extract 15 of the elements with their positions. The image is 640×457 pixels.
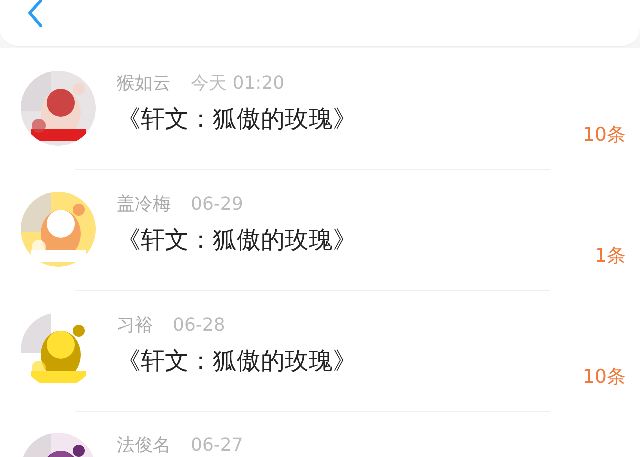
sender-name: 猴如云 (117, 72, 171, 96)
message-time: 06-27 (191, 434, 244, 457)
message-time: 06-29 (191, 193, 244, 217)
message-title: 《轩文：狐傲的玫瑰》 (117, 346, 358, 377)
sender-name: 习裕 (117, 314, 153, 338)
back-icon[interactable] (26, 0, 44, 28)
sender-name: 盖冷梅 (117, 193, 171, 217)
message-count: 10条 (582, 123, 626, 148)
message-title: 《轩文：狐傲的玫瑰》 (117, 104, 358, 135)
message-title: 《轩文：狐傲的玫瑰》 (117, 225, 358, 256)
message-count: 10条 (582, 365, 626, 390)
sender-name: 法俊名 (117, 434, 171, 457)
message-time: 今天 01:20 (191, 72, 285, 96)
message-time: 06-28 (173, 314, 226, 338)
message-count: 1条 (594, 244, 626, 269)
